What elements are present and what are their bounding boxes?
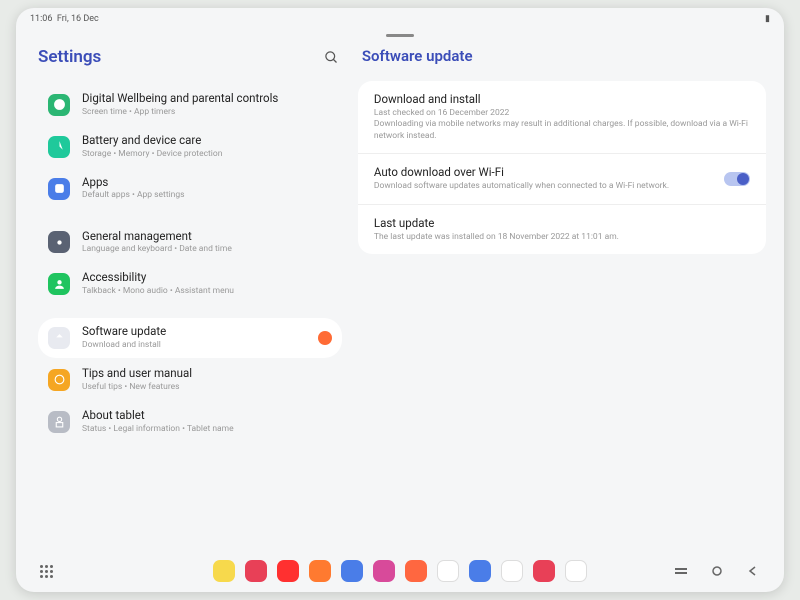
row-title: Download and install bbox=[374, 92, 750, 106]
settings-sidebar: Settings Digital Wellbeing and parental … bbox=[16, 37, 354, 550]
app-drawer-button[interactable] bbox=[40, 565, 53, 578]
content-title: Software update bbox=[358, 47, 766, 65]
recents-button[interactable] bbox=[674, 564, 688, 578]
sidebar-item-accessibility[interactable]: Accessibility Talkback • Mono audio • As… bbox=[38, 264, 342, 304]
about-tablet-icon bbox=[48, 411, 70, 433]
accessibility-icon bbox=[48, 273, 70, 295]
row-subtitle: Last checked on 16 December 2022 bbox=[374, 108, 750, 119]
wifi-toggle[interactable] bbox=[724, 172, 750, 186]
dock-app-3[interactable] bbox=[309, 560, 331, 582]
search-button[interactable] bbox=[322, 47, 342, 67]
battery-care-icon bbox=[48, 136, 70, 158]
item-title: Tips and user manual bbox=[82, 367, 332, 381]
sidebar-item-software-update[interactable]: Software update Download and install bbox=[38, 318, 342, 358]
item-subtitle: Storage • Memory • Device protection bbox=[82, 149, 332, 160]
navigation-bar bbox=[16, 550, 784, 592]
status-time: 11:06 bbox=[30, 14, 52, 24]
row-subtitle: The last update was installed on 18 Nove… bbox=[374, 232, 750, 243]
content-panel: Software update Download and install Las… bbox=[354, 37, 784, 550]
dock-app-1[interactable] bbox=[245, 560, 267, 582]
apps-icon bbox=[48, 178, 70, 200]
dock-app-5[interactable] bbox=[373, 560, 395, 582]
update-badge bbox=[318, 331, 332, 345]
row-title: Auto download over Wi-Fi bbox=[374, 165, 750, 179]
search-icon bbox=[324, 50, 339, 65]
sidebar-item-battery-care[interactable]: Battery and device care Storage • Memory… bbox=[38, 127, 342, 167]
item-title: Digital Wellbeing and parental controls bbox=[82, 92, 332, 106]
sidebar-item-apps[interactable]: Apps Default apps • App settings bbox=[38, 169, 342, 209]
item-title: Software update bbox=[82, 325, 312, 339]
item-subtitle: Language and keyboard • Date and time bbox=[82, 244, 332, 255]
status-right-icons: ▮ bbox=[765, 14, 770, 24]
item-title: Apps bbox=[82, 176, 332, 190]
row-subtitle-2: Downloading via mobile networks may resu… bbox=[374, 119, 750, 142]
dock-app-4[interactable] bbox=[341, 560, 363, 582]
status-bar: 11:06 Fri, 16 Dec ▮ bbox=[16, 8, 784, 30]
item-subtitle: Default apps • App settings bbox=[82, 190, 332, 201]
dock-app-9[interactable] bbox=[501, 560, 523, 582]
sidebar-item-tips-manual[interactable]: Tips and user manual Useful tips • New f… bbox=[38, 360, 342, 400]
general-management-icon bbox=[48, 231, 70, 253]
dock-app-11[interactable] bbox=[565, 560, 587, 582]
update-card: Download and install Last checked on 16 … bbox=[358, 81, 766, 254]
dock-app-0[interactable] bbox=[213, 560, 235, 582]
tips-manual-icon bbox=[48, 369, 70, 391]
row-title: Last update bbox=[374, 216, 750, 230]
item-title: General management bbox=[82, 230, 332, 244]
row-subtitle: Download software updates automatically … bbox=[374, 181, 750, 192]
sidebar-item-digital-wellbeing[interactable]: Digital Wellbeing and parental controls … bbox=[38, 85, 342, 125]
row-auto-download[interactable]: Auto download over Wi-Fi Download softwa… bbox=[358, 154, 766, 204]
dock-app-2[interactable] bbox=[277, 560, 299, 582]
software-update-icon bbox=[48, 327, 70, 349]
sidebar-item-general-management[interactable]: General management Language and keyboard… bbox=[38, 223, 342, 263]
dock-app-10[interactable] bbox=[533, 560, 555, 582]
back-button[interactable] bbox=[746, 564, 760, 578]
row-last-update[interactable]: Last update The last update was installe… bbox=[358, 205, 766, 254]
dock-app-6[interactable] bbox=[405, 560, 427, 582]
status-date: Fri, 16 Dec bbox=[57, 14, 99, 24]
item-subtitle: Useful tips • New features bbox=[82, 382, 332, 393]
item-subtitle: Download and install bbox=[82, 340, 312, 351]
row-download-install[interactable]: Download and install Last checked on 16 … bbox=[358, 81, 766, 154]
digital-wellbeing-icon bbox=[48, 94, 70, 116]
item-title: Accessibility bbox=[82, 271, 332, 285]
sidebar-item-about-tablet[interactable]: About tablet Status • Legal information … bbox=[38, 402, 342, 442]
dock-app-7[interactable] bbox=[437, 560, 459, 582]
item-subtitle: Screen time • App timers bbox=[82, 107, 332, 118]
item-subtitle: Status • Legal information • Tablet name bbox=[82, 424, 332, 435]
item-title: Battery and device care bbox=[82, 134, 332, 148]
settings-title: Settings bbox=[38, 47, 101, 67]
home-button[interactable] bbox=[710, 564, 724, 578]
dock-app-8[interactable] bbox=[469, 560, 491, 582]
item-title: About tablet bbox=[82, 409, 332, 423]
item-subtitle: Talkback • Mono audio • Assistant menu bbox=[82, 286, 332, 297]
